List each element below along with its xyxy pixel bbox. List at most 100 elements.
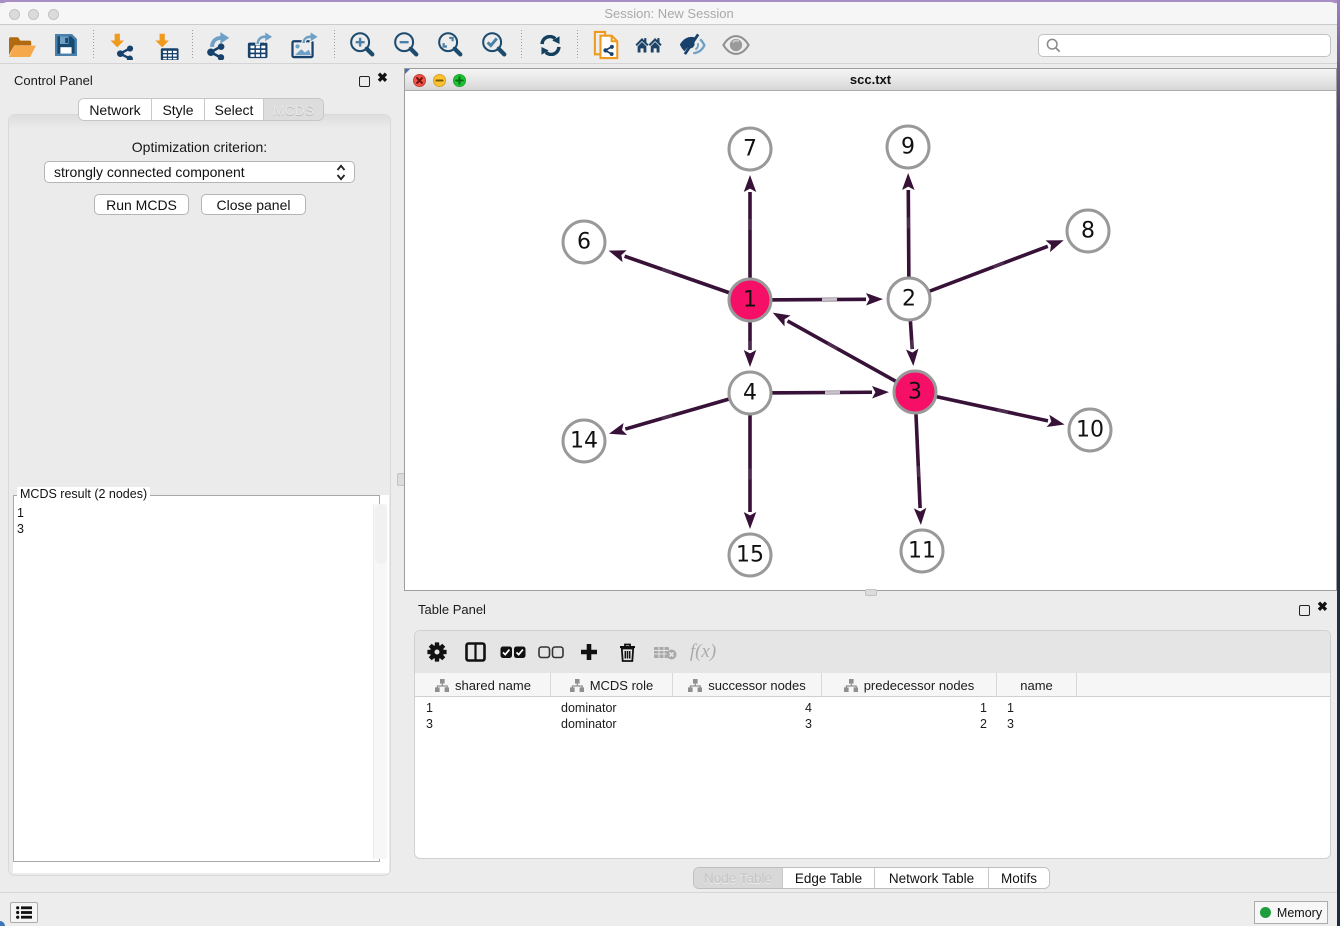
trash-icon <box>619 643 636 662</box>
import-table-button[interactable] <box>151 31 179 59</box>
delete-column-button[interactable] <box>608 643 646 662</box>
edge-handle-4-3[interactable] <box>825 391 840 394</box>
toolbar-separator <box>334 30 335 60</box>
close-panel-button[interactable]: Close panel <box>201 194 306 215</box>
horizontal-splitter-grip[interactable] <box>865 589 877 596</box>
edge-handle-1-7[interactable] <box>749 219 752 230</box>
network-window-titlebar[interactable]: scc.txt <box>405 69 1336 91</box>
save-disk-icon <box>54 33 78 57</box>
cell-r0-c4[interactable]: 1 <box>1007 700 1014 716</box>
zoom-in-button[interactable] <box>348 31 376 59</box>
column-edit-icon <box>688 679 702 692</box>
edge-handle-4-15[interactable] <box>749 469 752 480</box>
column-header-predecessor-nodes[interactable]: predecessor nodes <box>822 673 997 697</box>
edge-handle-1-2[interactable] <box>822 298 837 301</box>
tab-edge-table[interactable]: Edge Table <box>783 868 875 888</box>
tab-style[interactable]: Style <box>152 99 205 120</box>
zoom-fit-icon <box>436 30 464 60</box>
memory-label: Memory <box>1277 906 1322 920</box>
duplicate-network-button[interactable] <box>593 31 621 59</box>
add-column-button[interactable] <box>570 643 608 661</box>
import-network-button[interactable] <box>107 31 135 59</box>
result-scrollbar[interactable] <box>373 504 387 859</box>
node-label-10: 10 <box>1076 418 1104 443</box>
edge-handle-2-9[interactable] <box>907 217 910 228</box>
table-split-view-button[interactable] <box>456 642 494 662</box>
tab-select[interactable]: Select <box>205 99 264 120</box>
memory-button[interactable]: Memory <box>1254 901 1328 924</box>
table-float-panel-icon[interactable] <box>1299 605 1310 616</box>
cell-r0-c2[interactable]: 4 <box>673 700 812 716</box>
table-close-panel-icon[interactable]: ✖ <box>1317 599 1328 615</box>
column-header-shared-name[interactable]: shared name <box>416 673 551 697</box>
arrowhead-4-3 <box>872 386 889 398</box>
export-network-button[interactable] <box>205 31 233 59</box>
eye-icon <box>722 33 750 57</box>
table-settings-button[interactable] <box>418 642 456 662</box>
float-panel-icon[interactable] <box>359 76 370 87</box>
column-header-name[interactable]: name <box>997 673 1077 697</box>
edge-handle-3-11[interactable] <box>917 466 920 477</box>
zoom-selected-button[interactable] <box>480 31 508 59</box>
edge-handle-4-14[interactable] <box>661 414 672 420</box>
control-panel-title: Control Panel <box>14 73 93 88</box>
select-all-columns-button[interactable] <box>494 646 532 659</box>
node-label-4: 4 <box>743 381 757 406</box>
select-stepper-icon <box>336 164 346 181</box>
arrowhead-4-14 <box>609 423 627 435</box>
cell-r0-c1[interactable]: dominator <box>561 700 617 716</box>
export-table-button[interactable] <box>246 31 274 59</box>
tab-node-table[interactable]: Node Table <box>694 868 783 888</box>
tab-motifs[interactable]: Motifs <box>989 868 1049 888</box>
cell-r0-c0[interactable]: 1 <box>426 700 433 716</box>
open-folder-icon <box>8 33 36 58</box>
import-table-icon <box>151 30 179 60</box>
cell-r1-c1[interactable]: dominator <box>561 716 617 732</box>
function-builder-button[interactable]: f(x) <box>684 641 722 663</box>
edge-handle-1-4[interactable] <box>749 341 752 352</box>
zoom-fit-button[interactable] <box>436 31 464 59</box>
tab-network-table[interactable]: Network Table <box>875 868 989 888</box>
zoom-out-button[interactable] <box>392 31 420 59</box>
show-all-button[interactable] <box>635 31 663 59</box>
deselect-all-columns-button[interactable] <box>532 646 570 659</box>
gear-icon <box>427 642 447 662</box>
export-network-icon <box>205 30 233 60</box>
arrowhead-4-15 <box>744 512 757 529</box>
column-header-MCDS-role[interactable]: MCDS role <box>551 673 673 697</box>
column-label: shared name <box>455 678 531 693</box>
column-header-successor-nodes[interactable]: successor nodes <box>673 673 822 697</box>
hide-selected-button[interactable] <box>678 31 706 59</box>
list-icon <box>16 906 32 919</box>
apply-layout-button[interactable] <box>536 31 564 59</box>
result-scrollbar-thumb[interactable] <box>375 504 387 564</box>
mcds-result-list[interactable]: 1 3 <box>17 505 24 537</box>
column-edit-icon <box>570 679 584 692</box>
edge-handle-1-6[interactable] <box>661 268 672 274</box>
optimization-criterion-select[interactable]: strongly connected component <box>44 161 355 183</box>
delete-table-button[interactable] <box>646 645 684 660</box>
node-label-8: 8 <box>1081 219 1095 244</box>
show-hidden-button[interactable] <box>722 31 750 59</box>
cell-r1-c0[interactable]: 3 <box>426 716 433 732</box>
close-panel-icon[interactable]: ✖ <box>377 70 388 86</box>
tab-mcds[interactable]: MCDS <box>264 99 323 120</box>
search-box[interactable] <box>1038 34 1331 57</box>
open-session-button[interactable] <box>8 31 36 59</box>
save-session-button[interactable] <box>52 31 80 59</box>
network-graph[interactable]: 7968124314101511 <box>405 91 1336 591</box>
node-label-11: 11 <box>908 539 936 564</box>
arrowhead-2-8 <box>1046 240 1064 252</box>
cell-r1-c4[interactable]: 3 <box>1007 716 1014 732</box>
task-history-button[interactable] <box>10 902 38 923</box>
cell-r1-c3[interactable]: 2 <box>822 716 987 732</box>
cell-r0-c3[interactable]: 1 <box>822 700 987 716</box>
export-image-button[interactable] <box>291 31 319 59</box>
edge-handle-3-1[interactable] <box>827 342 838 350</box>
window-titlebar[interactable]: Session: New Session <box>0 2 1338 25</box>
run-mcds-button[interactable]: Run MCDS <box>94 194 189 215</box>
cell-r1-c2[interactable]: 3 <box>673 716 812 732</box>
tab-network[interactable]: Network <box>79 99 152 120</box>
duplicate-network-icon <box>593 29 621 61</box>
main-toolbar <box>0 26 1338 64</box>
